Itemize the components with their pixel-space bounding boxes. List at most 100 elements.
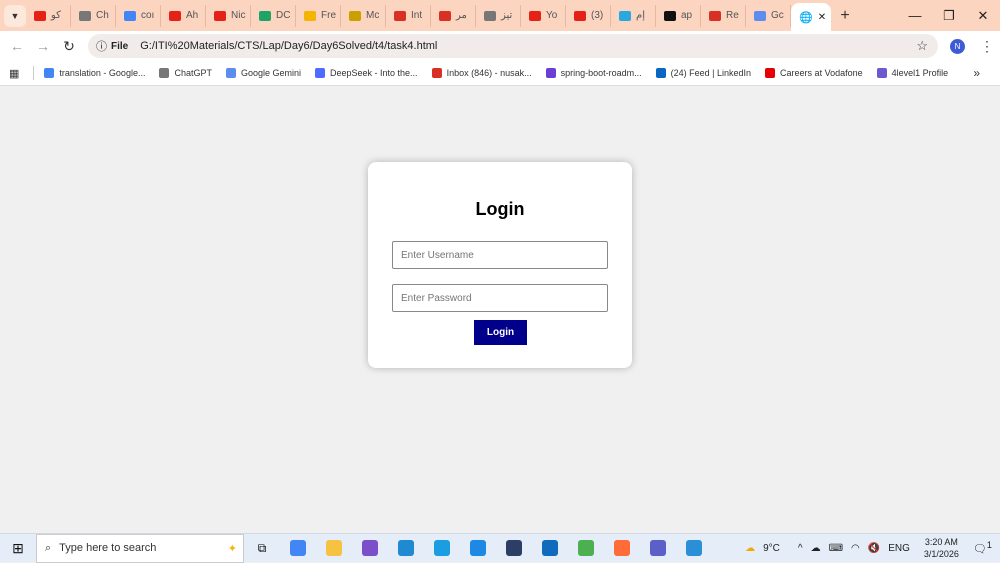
- divider: [33, 66, 35, 80]
- start-button[interactable]: ⊞: [0, 540, 36, 557]
- search-placeholder: Type here to search: [59, 542, 157, 554]
- tab[interactable]: Yo: [521, 4, 566, 27]
- wifi-icon[interactable]: ◠: [851, 543, 860, 554]
- bookmark-label: DeepSeek - Into the...: [330, 68, 418, 78]
- pin-icon: [349, 10, 361, 21]
- taskbar: ⊞ ⌕ Type here to search ✦ ⧉ ☁ 9°C ^ ☁ ⌨ …: [0, 533, 1000, 563]
- tab-title: DC: [276, 10, 291, 21]
- tab[interactable]: (3): [566, 4, 611, 27]
- password-input[interactable]: [392, 284, 608, 312]
- gmail-icon: [439, 10, 451, 21]
- tab-title: Re: [726, 10, 739, 21]
- apps-grid-icon[interactable]: ▦: [9, 67, 19, 80]
- bookmark-label: Google Gemini: [240, 68, 301, 78]
- bookmark[interactable]: 4level1 Profile: [876, 68, 949, 78]
- taskbar-search[interactable]: ⌕ Type here to search ✦: [36, 533, 244, 563]
- bookmark[interactable]: Careers at Vodafone: [765, 68, 863, 78]
- google-icon: [44, 68, 55, 78]
- language-indicator[interactable]: ENG: [888, 543, 910, 554]
- page-content: Login Login: [0, 86, 1000, 533]
- bookmark[interactable]: translation - Google...: [44, 68, 145, 78]
- tab[interactable]: Mc: [341, 4, 386, 27]
- tab[interactable]: Ah: [161, 4, 206, 27]
- taskbar-app-spring[interactable]: [568, 534, 604, 563]
- onedrive-icon[interactable]: ☁: [811, 543, 821, 554]
- keyboard-icon[interactable]: ⌨: [829, 543, 843, 554]
- bookmark[interactable]: spring-boot-roadm...: [545, 68, 642, 78]
- taskbar-app-teams[interactable]: [640, 534, 676, 563]
- tab[interactable]: كو: [26, 4, 71, 27]
- tab-title: Int: [411, 10, 423, 21]
- taskbar-app-photos[interactable]: [676, 534, 712, 563]
- chevron-up-icon[interactable]: ^: [798, 543, 803, 554]
- new-tab-button[interactable]: +: [831, 7, 859, 25]
- tab[interactable]: Int: [386, 4, 431, 27]
- forward-button[interactable]: →: [30, 38, 56, 54]
- tab[interactable]: Nic: [206, 4, 251, 27]
- tab-search-button[interactable]: ▼: [4, 4, 26, 27]
- minimize-button[interactable]: —: [898, 8, 932, 24]
- visual-studio-icon: [362, 540, 378, 556]
- taskbar-app-vscode[interactable]: [388, 534, 424, 563]
- username-input[interactable]: [392, 241, 608, 269]
- task-view-button[interactable]: ⧉: [244, 534, 280, 563]
- notifications-icon[interactable]: 🗨1: [973, 540, 992, 556]
- tab[interactable]: مر: [431, 4, 476, 27]
- taskbar-app-outlook[interactable]: [532, 534, 568, 563]
- weather-temp[interactable]: 9°C: [763, 543, 780, 554]
- clock[interactable]: 3:20 AM 3/1/2026: [924, 536, 959, 560]
- spring-icon: [578, 540, 594, 556]
- tab[interactable]: Gc: [746, 4, 791, 27]
- back-button[interactable]: ←: [4, 38, 30, 54]
- profile-avatar[interactable]: N: [950, 38, 965, 54]
- address-bar[interactable]: ⓘ File G:/ITI%20Materials/CTS/Lap/Day6/D…: [88, 34, 938, 58]
- url-text[interactable]: G:/ITI%20Materials/CTS/Lap/Day6/Day6Solv…: [140, 40, 437, 52]
- sheets-icon: [259, 10, 271, 21]
- tab[interactable]: Ch: [71, 4, 116, 27]
- volume-muted-icon[interactable]: 🔇: [868, 543, 880, 554]
- bookmark-star-icon[interactable]: ☆: [916, 38, 928, 54]
- tab[interactable]: DC: [251, 4, 296, 27]
- bookmark[interactable]: ChatGPT: [159, 68, 212, 78]
- teams-icon: [650, 540, 666, 556]
- taskbar-app-database[interactable]: [460, 534, 496, 563]
- taskbar-app-chrome[interactable]: [280, 534, 316, 563]
- reload-button[interactable]: ↻: [56, 38, 82, 55]
- taskbar-app-edge[interactable]: [424, 534, 460, 563]
- youtube-icon: [574, 10, 586, 21]
- bookmark-label: ChatGPT: [174, 68, 212, 78]
- bookmark[interactable]: Google Gemini: [225, 68, 301, 78]
- taskbar-app-visual-studio[interactable]: [352, 534, 388, 563]
- globe-icon: 🌐: [799, 11, 813, 24]
- bookmark-label: 4level1 Profile: [891, 68, 949, 78]
- tab[interactable]: ap: [656, 4, 701, 27]
- taskbar-app-postman[interactable]: [604, 534, 640, 563]
- tab[interactable]: Fre: [296, 4, 341, 27]
- site-info-chip[interactable]: File: [111, 41, 128, 52]
- more-bookmarks-icon[interactable]: »: [973, 66, 980, 80]
- info-icon[interactable]: ⓘ: [96, 38, 107, 54]
- tab[interactable]: تيز: [476, 4, 521, 27]
- login-button[interactable]: Login: [474, 320, 527, 345]
- tab[interactable]: إم: [611, 4, 656, 27]
- tab-title: Mc: [366, 10, 380, 21]
- restore-button[interactable]: ❐: [932, 8, 966, 24]
- taskbar-app-file-explorer[interactable]: [316, 534, 352, 563]
- bookmark[interactable]: Inbox (846) - nusak...: [431, 68, 532, 78]
- close-window-button[interactable]: ✕: [966, 8, 1000, 24]
- weather-icon[interactable]: ☁: [745, 543, 755, 554]
- youtube-icon: [34, 10, 46, 21]
- chatgpt-icon: [484, 10, 496, 21]
- bookmark[interactable]: (24) Feed | LinkedIn: [655, 68, 751, 78]
- menu-icon[interactable]: ⋮: [980, 38, 994, 55]
- bookmark[interactable]: DeepSeek - Into the...: [315, 68, 418, 78]
- deepseek-icon: [315, 68, 325, 78]
- tab-active[interactable]: 🌐 ✕: [791, 3, 831, 31]
- tab[interactable]: coı: [116, 4, 161, 27]
- tab[interactable]: Re: [701, 4, 746, 27]
- linkedin-icon: [655, 68, 666, 78]
- time: 3:20 AM: [924, 537, 958, 547]
- outlook-icon: [542, 540, 558, 556]
- close-tab-icon[interactable]: ✕: [818, 12, 826, 23]
- taskbar-app-dark-app[interactable]: [496, 534, 532, 563]
